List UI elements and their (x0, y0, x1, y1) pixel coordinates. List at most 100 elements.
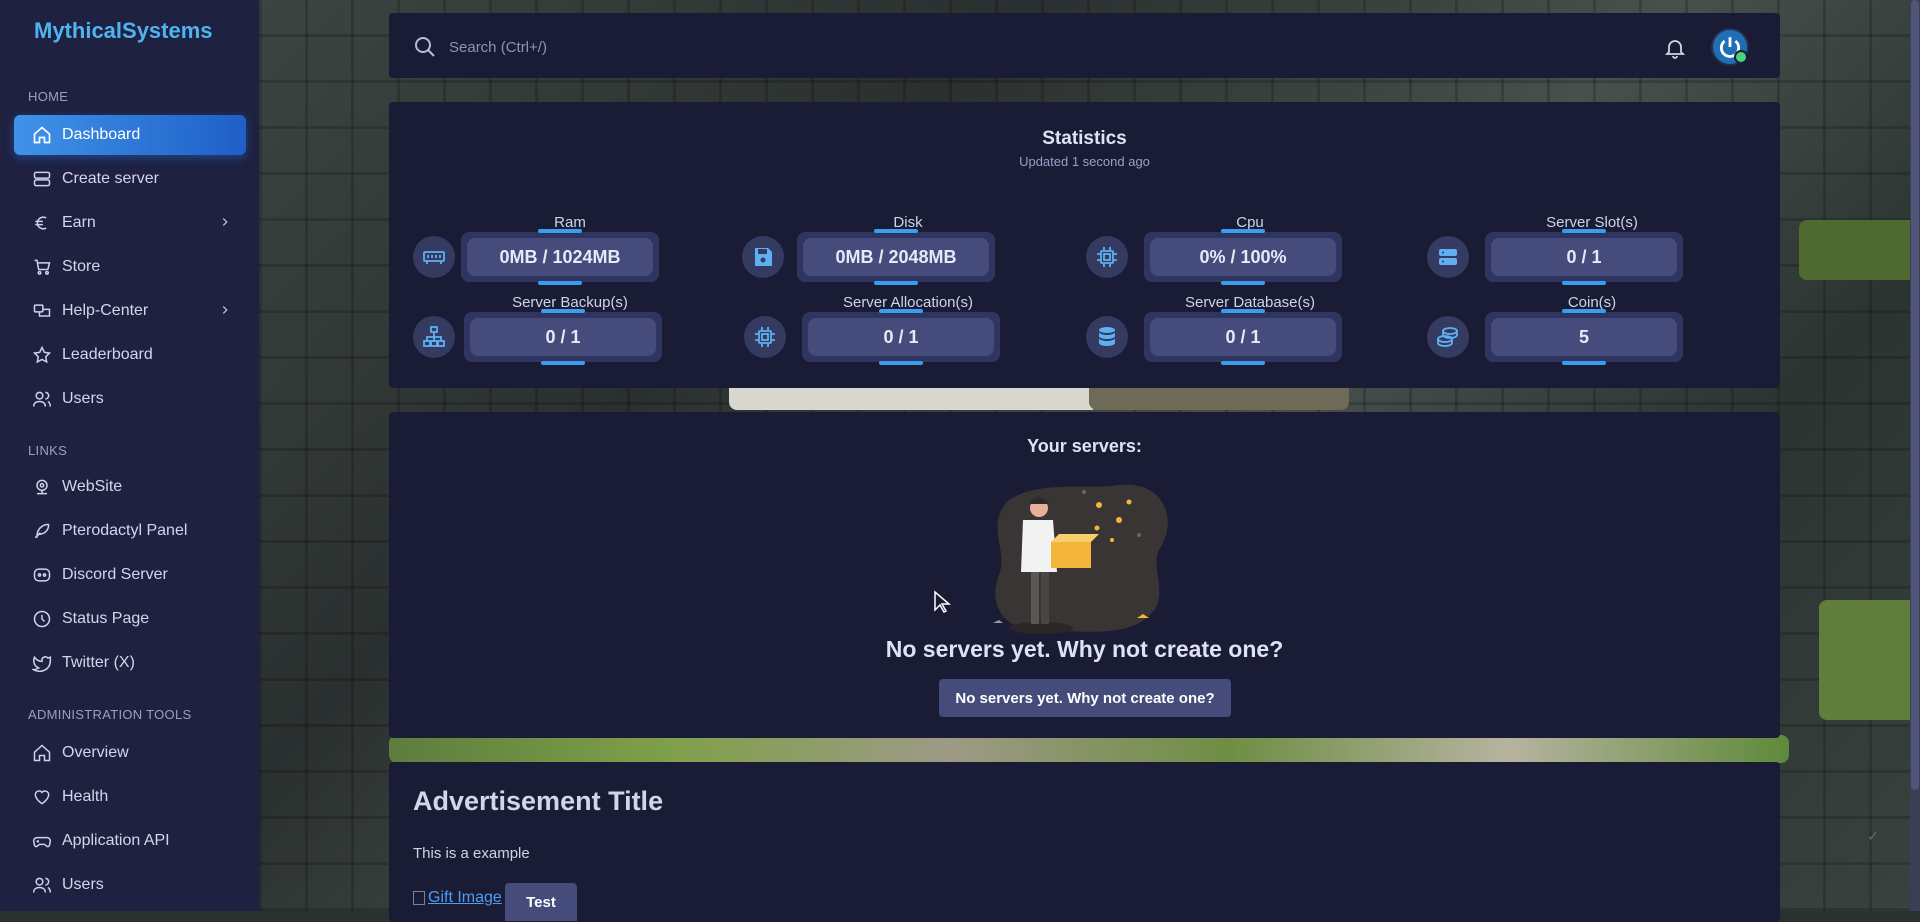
cpu-icon (1086, 236, 1128, 278)
section-title-home: HOME (28, 89, 69, 104)
sidebar-item-create-server[interactable]: Create server (14, 159, 246, 199)
empty-servers-message: No servers yet. Why not create one? (885, 636, 1284, 662)
search-input[interactable] (447, 34, 951, 60)
sidebar-item-twitter[interactable]: Twitter (X) (14, 643, 246, 683)
search-icon[interactable] (413, 35, 437, 59)
brand-logo[interactable]: MythicalSystems (34, 18, 213, 44)
stat-value-box: 0% / 100% (1144, 229, 1342, 285)
bell-icon[interactable] (1663, 36, 1687, 60)
sidebar-item-label: WebSite (62, 478, 123, 495)
test-button[interactable]: Test (505, 883, 577, 921)
database-icon (1086, 316, 1128, 358)
coins-icon (1427, 316, 1469, 358)
help-icon (32, 301, 52, 321)
mouse-cursor-icon (934, 590, 951, 613)
sidebar-item-discord-server[interactable]: Discord Server (14, 555, 246, 595)
sidebar-item-admin-users[interactable]: Users (14, 865, 246, 905)
sidebar-item-label: Help-Center (62, 302, 149, 319)
clock-icon (32, 609, 52, 629)
star-icon (32, 345, 52, 365)
stat-value: 0 / 1 (808, 318, 994, 356)
globe-icon (32, 477, 52, 497)
empty-box-illustration (993, 484, 1168, 634)
stat-value-box: 0MB / 2048MB (797, 229, 995, 285)
create-server-button[interactable]: No servers yet. Why not create one? (939, 679, 1231, 717)
wallpaper-patch (1799, 220, 1919, 280)
sidebar-item-label: Pterodactyl Panel (62, 522, 188, 539)
sidebar-item-earn[interactable]: Earn (14, 203, 246, 243)
feather-icon (32, 521, 52, 541)
network-icon (413, 316, 455, 358)
sidebar-item-label: Twitter (X) (62, 654, 135, 671)
scrollbar-thumb[interactable] (1911, 0, 1919, 790)
stat-disk: Disk 0MB / 2048MB (727, 214, 1027, 285)
cpu-icon (744, 316, 786, 358)
sidebar-item-label: Application API (62, 832, 170, 849)
servers-card: Your servers: No servers yet. Why not cr… (389, 412, 1780, 738)
sidebar-item-users[interactable]: Users (14, 379, 246, 419)
sidebar-item-dashboard[interactable]: Dashboard (14, 115, 246, 155)
server-stack-icon (1427, 236, 1469, 278)
gift-image-link[interactable]: Gift Image (413, 889, 502, 907)
sidebar: MythicalSystems HOME Dashboard Create se… (0, 0, 259, 911)
gamepad-icon (32, 831, 52, 851)
sidebar-item-leaderboard[interactable]: Leaderboard (14, 335, 246, 375)
online-status-dot (1734, 50, 1748, 64)
sidebar-item-label: Dashboard (62, 126, 141, 143)
stat-value-box: 0 / 1 (1485, 229, 1683, 285)
gift-image-alt: Gift Image (428, 889, 502, 906)
check-icon: ✓ (1867, 828, 1879, 844)
statistics-title: Statistics (1042, 128, 1127, 149)
sidebar-item-application-api[interactable]: Application API (14, 821, 246, 861)
sidebar-item-label: Users (62, 876, 104, 893)
avatar[interactable] (1711, 28, 1749, 66)
sidebar-item-label: Discord Server (62, 566, 168, 583)
sidebar-item-label: Create server (62, 170, 159, 187)
broken-image-icon (413, 891, 425, 905)
stat-value: 0% / 100% (1150, 238, 1336, 276)
sidebar-item-label: Overview (62, 744, 129, 761)
server-icon (32, 169, 52, 189)
sidebar-item-pterodactyl-panel[interactable]: Pterodactyl Panel (14, 511, 246, 551)
stat-value: 0 / 1 (1150, 318, 1336, 356)
statistics-updated: Updated 1 second ago (1019, 154, 1150, 169)
stat-value-box: 0 / 1 (802, 309, 1000, 365)
sidebar-item-health[interactable]: Health (14, 777, 246, 817)
twitter-icon (32, 653, 52, 673)
stat-value: 0MB / 1024MB (467, 238, 653, 276)
stat-value-box: 0 / 1 (464, 309, 662, 365)
heart-icon (32, 787, 52, 807)
floppy-disk-icon (742, 236, 784, 278)
statistics-card: Statistics Updated 1 second ago Ram 0MB … (389, 102, 1780, 388)
sidebar-item-store[interactable]: Store (14, 247, 246, 287)
sidebar-item-label: Status Page (62, 610, 150, 627)
sidebar-item-label: Leaderboard (62, 346, 153, 363)
stat-coins: Coin(s) 5 (1411, 294, 1711, 365)
sidebar-item-website[interactable]: WebSite (14, 467, 246, 507)
stat-value: 0 / 1 (470, 318, 656, 356)
stat-value: 5 (1491, 318, 1677, 356)
section-title-admin: ADMINISTRATION TOOLS (28, 707, 192, 722)
stat-server-backups: Server Backup(s) 0 / 1 (389, 294, 689, 365)
memory-icon (413, 236, 455, 278)
sidebar-item-overview[interactable]: Overview (14, 733, 246, 773)
stat-ram: Ram 0MB / 1024MB (389, 214, 689, 285)
page-scrollbar[interactable] (1910, 0, 1920, 911)
stat-value: 0MB / 2048MB (803, 238, 989, 276)
home-icon (32, 125, 52, 145)
advertisement-text: This is a example (413, 845, 530, 862)
sidebar-item-status-page[interactable]: Status Page (14, 599, 246, 639)
advertisement-card: Advertisement Title This is a example Gi… (389, 762, 1780, 922)
top-bar (389, 13, 1780, 78)
home-icon (32, 743, 52, 763)
sidebar-item-label: Health (62, 788, 109, 805)
stat-cpu: Cpu 0% / 100% (1069, 214, 1369, 285)
section-title-links: LINKS (28, 443, 68, 458)
sidebar-item-label: Users (62, 390, 104, 407)
stat-server-allocations: Server Allocation(s) 0 / 1 (727, 294, 1027, 365)
advertisement-title: Advertisement Title (413, 786, 664, 816)
sidebar-item-label: Store (62, 258, 101, 275)
stat-value-box: 0 / 1 (1144, 309, 1342, 365)
sidebar-item-help-center[interactable]: Help-Center (14, 291, 246, 331)
servers-title: Your servers: (1027, 436, 1142, 456)
